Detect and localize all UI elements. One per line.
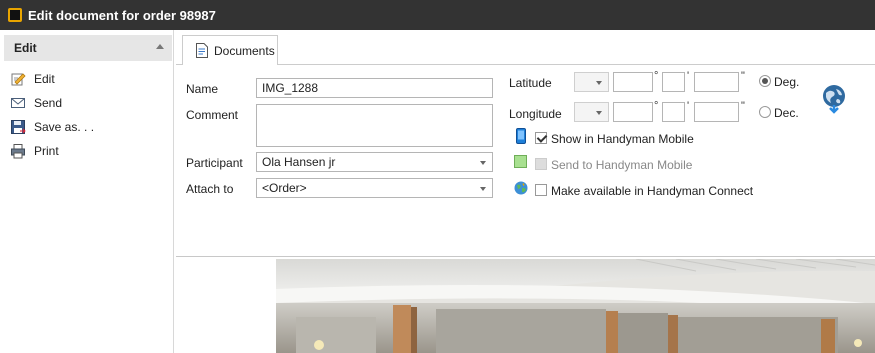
minute-symbol: ' — [687, 100, 690, 112]
deg-label: Deg. — [774, 75, 800, 89]
sidebar-item-edit[interactable]: Edit — [10, 69, 55, 89]
sidebar-header-label: Edit — [14, 41, 37, 55]
latitude-seconds-input[interactable] — [694, 72, 739, 92]
form-divider — [176, 256, 875, 257]
comment-textarea[interactable] — [256, 104, 493, 147]
latitude-direction-select[interactable] — [574, 72, 609, 92]
save-icon — [10, 119, 26, 135]
document-image-preview — [276, 259, 875, 353]
document-form: Name IMG_1288 Comment Participant Ola Ha… — [176, 65, 875, 255]
sidebar-item-send[interactable]: Send — [10, 93, 62, 113]
document-icon — [195, 43, 209, 58]
dec-radio[interactable] — [759, 106, 771, 118]
second-symbol: " — [741, 70, 745, 82]
deg-radio[interactable] — [759, 75, 771, 87]
attach-to-select[interactable]: <Order> — [256, 178, 493, 198]
minute-symbol: ' — [687, 70, 690, 82]
longitude-seconds-input[interactable] — [694, 102, 739, 122]
show-in-mobile-checkbox[interactable] — [535, 132, 547, 144]
latitude-degrees-input[interactable] — [613, 72, 653, 92]
send-to-mobile-label: Send to Handyman Mobile — [551, 158, 693, 172]
title-bar: Edit document for order 98987 — [0, 0, 875, 30]
make-available-connect-label: Make available in Handyman Connect — [551, 184, 754, 198]
participant-label: Participant — [186, 156, 243, 170]
tab-label: Documents — [214, 43, 275, 58]
globe-icon — [514, 181, 528, 195]
main-content: Documents Name IMG_1288 Comment Particip… — [176, 30, 875, 353]
map-location-icon[interactable] — [820, 84, 848, 114]
app-icon — [8, 8, 22, 22]
longitude-direction-select[interactable] — [574, 102, 609, 122]
latitude-minutes-input[interactable] — [662, 72, 685, 92]
longitude-minutes-input[interactable] — [662, 102, 685, 122]
attach-to-label: Attach to — [186, 182, 234, 196]
sidebar-item-save-as[interactable]: Save as. . . — [10, 117, 94, 137]
sidebar-header-edit[interactable]: Edit — [4, 35, 172, 61]
longitude-degrees-input[interactable] — [613, 102, 653, 122]
envelope-icon — [10, 95, 26, 111]
degree-symbol: ° — [654, 100, 659, 112]
make-available-connect-checkbox[interactable] — [535, 184, 547, 196]
degree-symbol: ° — [654, 70, 659, 82]
sidebar-item-label: Save as. . . — [34, 120, 95, 134]
tab-documents[interactable]: Documents — [182, 35, 278, 65]
name-input[interactable]: IMG_1288 — [256, 78, 493, 98]
longitude-label: Longitude — [509, 107, 562, 121]
edit-icon — [10, 71, 26, 87]
sidebar-item-label: Send — [34, 96, 63, 110]
comment-label: Comment — [186, 108, 239, 122]
second-symbol: " — [741, 100, 745, 112]
send-to-mobile-checkbox[interactable] — [535, 158, 547, 170]
participant-select[interactable]: Ola Hansen jr — [256, 152, 493, 172]
dec-label: Dec. — [774, 106, 799, 120]
printer-icon — [10, 143, 26, 159]
collapse-icon[interactable] — [156, 44, 164, 49]
latitude-label: Latitude — [509, 76, 552, 90]
sidebar-item-print[interactable]: Print — [10, 141, 59, 161]
show-in-mobile-label: Show in Handyman Mobile — [551, 132, 694, 146]
sidebar-item-label: Print — [34, 144, 59, 158]
sidebar: Edit Edit Send Save as. . . Print — [0, 30, 174, 353]
window-title: Edit document for order 98987 — [28, 7, 216, 23]
send-mobile-icon — [514, 155, 527, 168]
mobile-phone-icon — [516, 128, 526, 144]
name-label: Name — [186, 82, 219, 96]
sidebar-item-label: Edit — [34, 72, 55, 86]
